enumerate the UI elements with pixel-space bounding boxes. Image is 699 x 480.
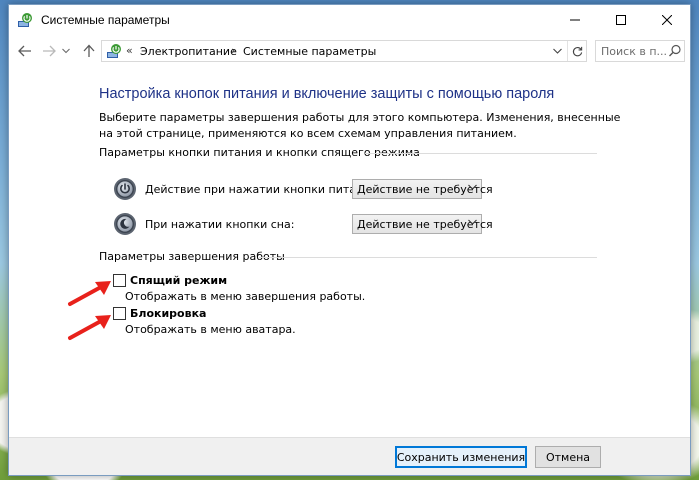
up-button[interactable] bbox=[79, 41, 99, 61]
chevron-down-icon bbox=[468, 218, 477, 228]
power-options-icon bbox=[17, 12, 33, 28]
sleep-mode-label[interactable]: Спящий режим bbox=[130, 274, 227, 287]
cancel-button[interactable]: Отмена bbox=[535, 446, 601, 468]
back-arrow-icon bbox=[18, 45, 31, 57]
page-description: Выберите параметры завершения работы для… bbox=[99, 111, 621, 140]
power-icon bbox=[113, 177, 137, 201]
window-title: Системные параметры bbox=[41, 13, 170, 27]
maximize-icon bbox=[616, 15, 626, 25]
footer-bar: Сохранить изменения Отмена bbox=[9, 437, 690, 475]
refresh-icon bbox=[572, 46, 583, 56]
power-button-action-label: Действие при нажатии кнопки питания: bbox=[145, 183, 381, 196]
breadcrumb-power-options[interactable]: Электропитание bbox=[140, 45, 237, 58]
main-content: Настройка кнопок питания и включение защ… bbox=[9, 67, 690, 437]
section-divider bbox=[365, 153, 597, 154]
back-button[interactable] bbox=[15, 41, 35, 61]
search-icon[interactable] bbox=[668, 44, 682, 58]
minimize-button[interactable] bbox=[552, 5, 598, 35]
breadcrumb-separator[interactable]: › bbox=[231, 44, 235, 57]
chevron-down-icon bbox=[468, 183, 477, 193]
shutdown-section-header: Параметры завершения работы bbox=[99, 250, 285, 263]
forward-button[interactable] bbox=[39, 41, 59, 61]
red-arrow-annotation-icon bbox=[68, 315, 111, 340]
system-settings-window: Системные параметры « Электропитание › С… bbox=[8, 4, 691, 476]
sleep-button-action-label: При нажатии кнопки сна: bbox=[145, 218, 295, 231]
close-icon bbox=[662, 15, 672, 25]
forward-arrow-icon bbox=[43, 45, 56, 57]
up-arrow-icon bbox=[83, 44, 95, 57]
section-divider bbox=[259, 257, 597, 258]
address-overflow-chevron[interactable]: « bbox=[126, 44, 133, 57]
lock-label[interactable]: Блокировка bbox=[130, 307, 206, 320]
lock-description: Отображать в меню аватара. bbox=[125, 323, 296, 336]
address-dropdown-button[interactable] bbox=[547, 41, 567, 61]
minimize-icon bbox=[570, 19, 580, 21]
close-button[interactable] bbox=[644, 5, 690, 35]
refresh-button[interactable] bbox=[567, 41, 587, 61]
chevron-down-icon bbox=[552, 48, 562, 54]
address-bar[interactable]: « Электропитание › Системные параметры bbox=[101, 40, 587, 62]
page-title: Настройка кнопок питания и включение защ… bbox=[99, 86, 555, 102]
title-bar[interactable]: Системные параметры bbox=[9, 5, 690, 35]
maximize-button[interactable] bbox=[598, 5, 644, 35]
breadcrumb-system-settings[interactable]: Системные параметры bbox=[243, 45, 376, 58]
sleep-icon bbox=[113, 212, 137, 236]
sleep-mode-description: Отображать в меню завершения работы. bbox=[125, 290, 366, 303]
control-panel-icon bbox=[106, 43, 122, 59]
save-changes-button[interactable]: Сохранить изменения bbox=[395, 446, 527, 468]
search-box[interactable] bbox=[595, 40, 685, 62]
search-input[interactable] bbox=[596, 41, 668, 61]
red-arrow-annotation-icon bbox=[68, 281, 111, 306]
power-button-action-select[interactable]: Действие не требуется bbox=[352, 179, 493, 199]
sleep-button-action-select[interactable]: Действие не требуется bbox=[352, 214, 493, 234]
navigation-bar: « Электропитание › Системные параметры bbox=[9, 35, 690, 67]
chevron-down-icon bbox=[62, 48, 70, 54]
recent-locations-button[interactable] bbox=[59, 41, 73, 61]
